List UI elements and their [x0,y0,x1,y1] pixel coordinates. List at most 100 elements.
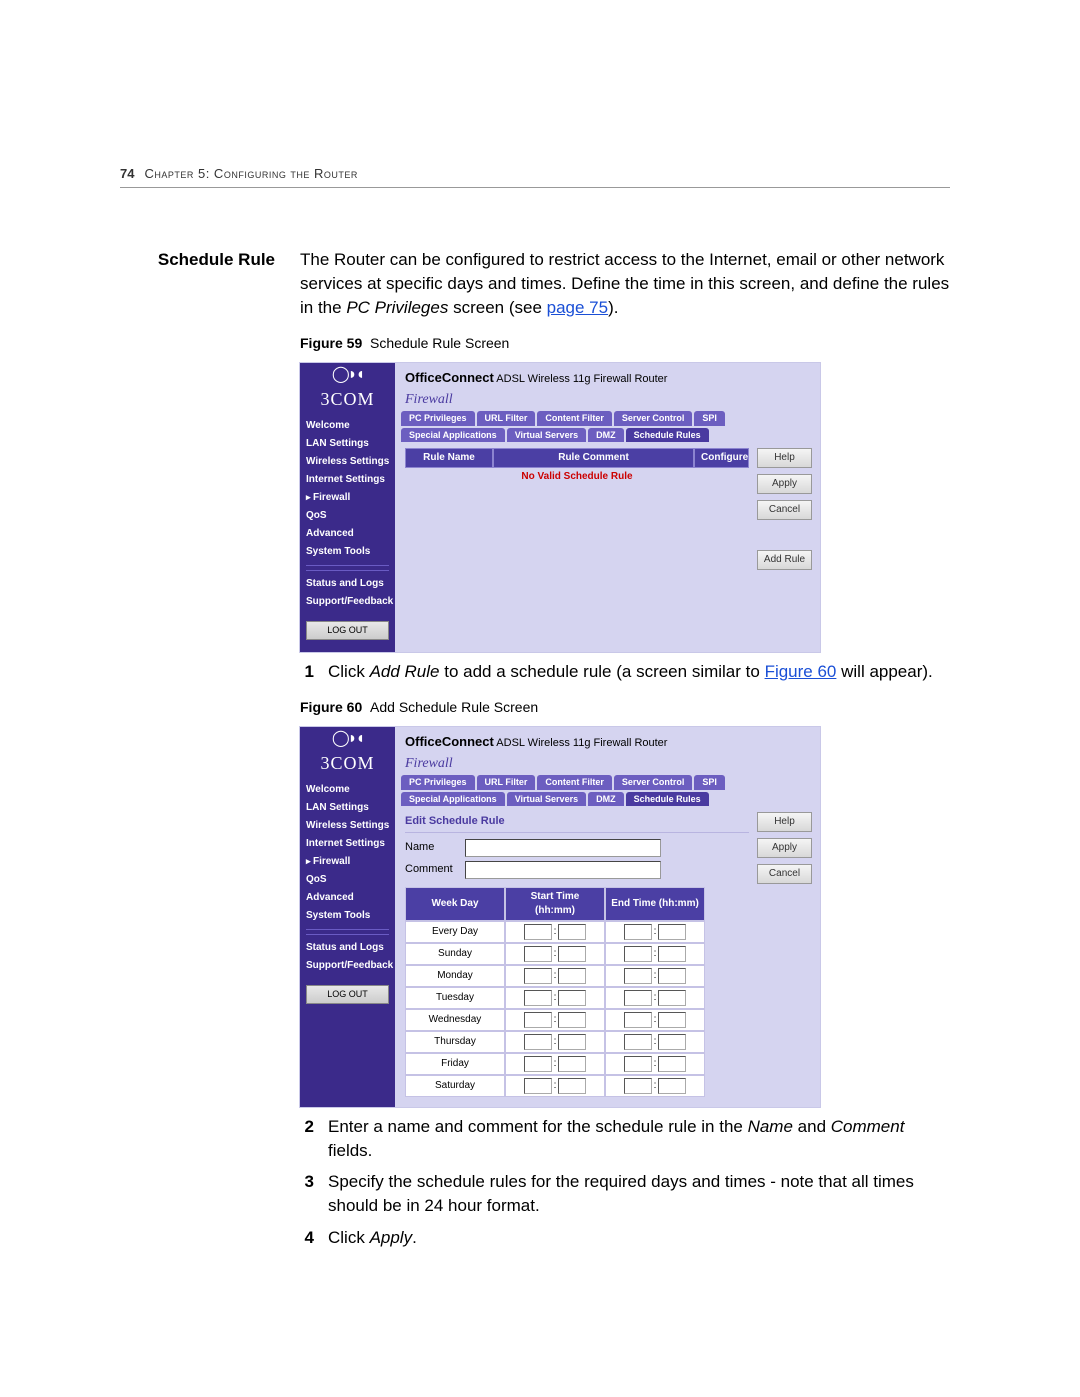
apply-button[interactable]: Apply [757,474,812,494]
time-hh-field[interactable] [524,924,552,940]
tab[interactable]: DMZ [588,792,624,807]
time-hh-field[interactable] [624,1056,652,1072]
chapter-title: Chapter 5: Configuring the Router [144,165,357,183]
nav-item[interactable]: Welcome [306,781,389,799]
nav-list: WelcomeLAN SettingsWireless SettingsInte… [300,413,395,611]
time-mm-field[interactable] [658,1056,686,1072]
figure-59-screenshot: ◯◗◖ 3COM WelcomeLAN SettingsWireless Set… [300,363,820,652]
nav-item[interactable]: Firewall [306,853,389,871]
tab[interactable]: PC Privileges [401,411,475,426]
time-hh-field[interactable] [524,968,552,984]
nav-item[interactable]: Advanced [306,889,389,907]
nav-item[interactable]: Support/Feedback [306,593,389,611]
tab[interactable]: Special Applications [401,428,505,443]
tab[interactable]: Virtual Servers [507,428,586,443]
nav-item[interactable]: Firewall [306,489,389,507]
nav-item[interactable]: Welcome [306,417,389,435]
name-label: Name [405,840,457,855]
nav-item[interactable]: Support/Feedback [306,957,389,975]
time-hh-field[interactable] [624,990,652,1006]
step-3: Specify the schedule rules for the requi… [328,1170,950,1218]
time-mm-field[interactable] [658,1078,686,1094]
nav-item[interactable]: LAN Settings [306,799,389,817]
time-hh-field[interactable] [624,946,652,962]
time-mm-field[interactable] [558,968,586,984]
nav-item[interactable]: LAN Settings [306,435,389,453]
time-hh-field[interactable] [524,990,552,1006]
time-hh-field[interactable] [524,1056,552,1072]
logout-button[interactable]: LOG OUT [306,621,389,640]
time-mm-field[interactable] [558,1034,586,1050]
time-mm-field[interactable] [558,924,586,940]
nav-item[interactable]: System Tools [306,907,389,925]
tab[interactable]: URL Filter [477,411,536,426]
firewall-heading: Firewall [405,390,810,410]
nav-item[interactable]: QoS [306,871,389,889]
tab[interactable]: SPI [694,411,725,426]
time-hh-field[interactable] [624,1034,652,1050]
time-mm-field[interactable] [558,990,586,1006]
time-mm-field[interactable] [558,946,586,962]
logout-button[interactable]: LOG OUT [306,985,389,1004]
nav-item[interactable]: Status and Logs [306,575,389,593]
tab[interactable]: Virtual Servers [507,792,586,807]
firewall-tabs: PC PrivilegesURL FilterContent FilterSer… [395,775,820,806]
time-mm-field[interactable] [658,1034,686,1050]
nav-item[interactable]: Wireless Settings [306,453,389,471]
time-hh-field[interactable] [524,946,552,962]
time-mm-field[interactable] [658,968,686,984]
schedule-row: Wednesday:: [405,1009,705,1031]
cancel-button[interactable]: Cancel [757,500,812,520]
cancel-button[interactable]: Cancel [757,864,812,884]
comment-label: Comment [405,862,457,877]
tab[interactable]: Special Applications [401,792,505,807]
nav-item[interactable]: System Tools [306,543,389,561]
nav-item[interactable]: Status and Logs [306,939,389,957]
schedule-row: Tuesday:: [405,987,705,1009]
tab[interactable]: Server Control [614,411,693,426]
comment-field[interactable] [465,861,661,879]
nav-item[interactable]: Internet Settings [306,835,389,853]
add-rule-button[interactable]: Add Rule [757,550,812,570]
time-hh-field[interactable] [624,1078,652,1094]
edit-schedule-title: Edit Schedule Rule [405,812,749,832]
tab[interactable]: URL Filter [477,775,536,790]
time-mm-field[interactable] [558,1012,586,1028]
tab[interactable]: Schedule Rules [626,792,709,807]
time-mm-field[interactable] [558,1078,586,1094]
apply-button[interactable]: Apply [757,838,812,858]
header-rule [120,187,950,188]
nav-item[interactable]: QoS [306,507,389,525]
figure-59-caption: Figure 59 Schedule Rule Screen [300,334,950,354]
rule-table-header: Rule Name Rule Comment Configure [405,448,749,468]
nav-item[interactable]: Wireless Settings [306,817,389,835]
no-valid-rule: No Valid Schedule Rule [405,468,749,486]
time-mm-field[interactable] [658,946,686,962]
tab[interactable]: Schedule Rules [626,428,709,443]
page-75-link[interactable]: page 75 [547,298,608,317]
time-mm-field[interactable] [658,924,686,940]
time-hh-field[interactable] [524,1034,552,1050]
tab[interactable]: Content Filter [537,775,612,790]
tab[interactable]: Content Filter [537,411,612,426]
nav-item[interactable]: Advanced [306,525,389,543]
time-mm-field[interactable] [658,1012,686,1028]
time-hh-field[interactable] [524,1078,552,1094]
name-field[interactable] [465,839,661,857]
schedule-row: Thursday:: [405,1031,705,1053]
help-button[interactable]: Help [757,448,812,468]
time-hh-field[interactable] [524,1012,552,1028]
tab[interactable]: Server Control [614,775,693,790]
nav-item[interactable]: Internet Settings [306,471,389,489]
help-button[interactable]: Help [757,812,812,832]
time-hh-field[interactable] [624,968,652,984]
tab[interactable]: PC Privileges [401,775,475,790]
tab[interactable]: DMZ [588,428,624,443]
time-hh-field[interactable] [624,924,652,940]
3com-logo: ◯◗◖ 3COM [300,727,395,777]
figure-60-link[interactable]: Figure 60 [765,662,837,681]
tab[interactable]: SPI [694,775,725,790]
time-mm-field[interactable] [558,1056,586,1072]
time-mm-field[interactable] [658,990,686,1006]
time-hh-field[interactable] [624,1012,652,1028]
